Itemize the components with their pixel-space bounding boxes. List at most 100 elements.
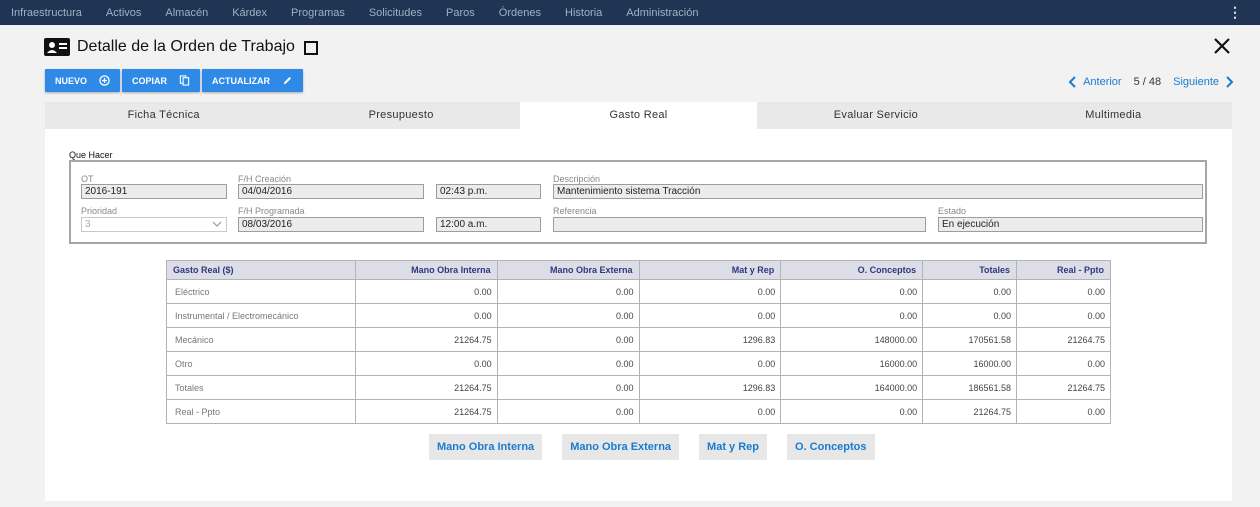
table-cell: 0.00	[1016, 351, 1111, 376]
detail-buttons: Mano Obra Interna Mano Obra Externa Mat …	[429, 434, 875, 460]
header-mano-obra-externa: Mano Obra Externa	[496, 260, 640, 280]
nuevo-button[interactable]: NUEVO	[45, 69, 121, 92]
table-cell: 0.00	[354, 279, 498, 304]
programada-time-field[interactable]: 12:00 a.m.	[436, 217, 541, 232]
actualizar-button[interactable]: ACTUALIZAR	[202, 69, 304, 92]
nav-item-paros[interactable]: Paros	[446, 7, 475, 19]
nav-item-kardex[interactable]: Kárdex	[232, 7, 267, 19]
nav-item-ordenes[interactable]: Órdenes	[499, 7, 541, 19]
que-hacer-panel: OT 2016-191 F/H Creación 04/04/2016 02:4…	[69, 160, 1207, 244]
nav-item-programas[interactable]: Programas	[291, 7, 345, 19]
estado-label: Estado	[938, 206, 967, 216]
tab-gasto-real[interactable]: Gasto Real	[519, 102, 758, 129]
tab-evaluar-servicio[interactable]: Evaluar Servicio	[757, 102, 994, 129]
descripcion-field[interactable]: Mantenimiento sistema Tracción	[553, 184, 1203, 199]
chevron-left-icon[interactable]	[1068, 76, 1077, 88]
creacion-time-field[interactable]: 02:43 p.m.	[436, 184, 541, 199]
header-o-conceptos: O. Conceptos	[780, 260, 924, 280]
table-row: Instrumental / Electromecánico 0.00 0.00…	[166, 303, 1111, 328]
mano-obra-interna-button[interactable]: Mano Obra Interna	[429, 434, 543, 460]
tab-bar: Ficha Técnica Presupuesto Gasto Real Eva…	[45, 102, 1232, 129]
next-link[interactable]: Siguiente	[1173, 76, 1219, 88]
row-label: Instrumental / Electromecánico	[166, 303, 356, 328]
pencil-icon	[283, 77, 292, 85]
programada-date-field[interactable]: 08/03/2016	[238, 217, 424, 232]
copy-icon	[179, 75, 190, 86]
tab-ficha-tecnica[interactable]: Ficha Técnica	[45, 102, 282, 129]
table-cell: 0.00	[496, 327, 640, 352]
table-cell: 21264.75	[354, 375, 498, 400]
nav-item-solicitudes[interactable]: Solicitudes	[369, 7, 422, 19]
table-cell: 0.00	[496, 399, 640, 424]
tab-multimedia[interactable]: Multimedia	[995, 102, 1232, 129]
nav-item-activos[interactable]: Activos	[106, 7, 141, 19]
referencia-field[interactable]	[553, 217, 926, 232]
gasto-real-table: Gasto Real ($) Mano Obra Interna Mano Ob…	[166, 260, 1111, 424]
table-cell: 170561.58	[922, 327, 1018, 352]
tab-content: Que Hacer OT 2016-191 F/H Creación 04/04…	[45, 129, 1232, 501]
nuevo-label: NUEVO	[55, 75, 88, 86]
mano-obra-externa-button[interactable]: Mano Obra Externa	[562, 434, 680, 460]
referencia-label: Referencia	[553, 206, 597, 216]
page-title: Detalle de la Orden de Trabajo	[77, 38, 295, 55]
table-cell: 21264.75	[1016, 327, 1111, 352]
table-cell: 0.00	[496, 351, 640, 376]
close-icon[interactable]	[1212, 36, 1232, 56]
descripcion-label: Descripción	[553, 174, 601, 184]
table-cell: 0.00	[638, 351, 782, 376]
creacion-label: F/H Creación	[238, 174, 292, 184]
o-conceptos-button[interactable]: O. Conceptos	[787, 434, 875, 460]
table-cell: 0.00	[354, 351, 498, 376]
add-circle-icon	[99, 75, 110, 86]
previous-link[interactable]: Anterior	[1083, 76, 1122, 88]
nav-item-historia[interactable]: Historia	[565, 7, 602, 19]
tab-presupuesto[interactable]: Presupuesto	[282, 102, 519, 129]
table-cell: 0.00	[780, 279, 924, 304]
table-cell: 1296.83	[638, 327, 782, 352]
kebab-vertical-icon[interactable]: ⋮	[1228, 4, 1242, 20]
table-header-row: Gasto Real ($) Mano Obra Interna Mano Ob…	[166, 260, 1111, 280]
actualizar-label: ACTUALIZAR	[212, 75, 271, 86]
prioridad-select[interactable]: 3	[81, 217, 227, 232]
programada-label: F/H Programada	[238, 206, 305, 216]
nav-item-administracion[interactable]: Administración	[626, 7, 698, 19]
nav-item-infraestructura[interactable]: Infraestructura	[11, 7, 82, 19]
id-card-icon	[44, 38, 70, 56]
table-cell: 0.00	[354, 303, 498, 328]
creacion-date-field[interactable]: 04/04/2016	[238, 184, 424, 199]
top-nav: Infraestructura Activos Almacén Kárdex P…	[0, 0, 1260, 25]
table-cell: 0.00	[638, 399, 782, 424]
table-cell: 0.00	[638, 279, 782, 304]
header-mat-y-rep: Mat y Rep	[638, 260, 782, 280]
nav-item-almacen[interactable]: Almacén	[165, 7, 208, 19]
table-cell: 0.00	[1016, 279, 1111, 304]
copiar-button[interactable]: COPIAR	[122, 69, 201, 92]
ot-label: OT	[81, 174, 94, 184]
table-cell: 0.00	[922, 279, 1018, 304]
table-cell: 0.00	[496, 279, 640, 304]
table-cell: 16000.00	[780, 351, 924, 376]
mat-y-rep-button[interactable]: Mat y Rep	[699, 434, 768, 460]
page-header: Detalle de la Orden de Trabajo	[44, 36, 1234, 60]
table-row: Otro 0.00 0.00 0.00 16000.00 16000.00 0.…	[166, 351, 1111, 376]
table-cell: 0.00	[780, 303, 924, 328]
table-cell: 21264.75	[354, 399, 498, 424]
table-row: Totales 21264.75 0.00 1296.83 164000.00 …	[166, 375, 1111, 400]
table-cell: 0.00	[638, 303, 782, 328]
estado-field[interactable]: En ejecución	[938, 217, 1203, 232]
table-cell: 0.00	[496, 303, 640, 328]
ot-field[interactable]: 2016-191	[81, 184, 227, 199]
que-hacer-label: Que Hacer	[69, 150, 113, 160]
chevron-right-icon[interactable]	[1225, 76, 1234, 88]
title-checkbox[interactable]	[304, 41, 318, 55]
table-cell: 0.00	[922, 303, 1018, 328]
table-cell: 0.00	[780, 399, 924, 424]
row-label: Otro	[166, 351, 356, 376]
prioridad-label: Prioridad	[81, 206, 118, 216]
toolbar: NUEVO COPIAR ACTUALIZAR	[45, 69, 304, 92]
header-totales: Totales	[922, 260, 1018, 280]
row-label: Mecánico	[166, 327, 356, 352]
table-cell: 0.00	[1016, 399, 1111, 424]
row-label: Eléctrico	[166, 279, 356, 304]
copiar-label: COPIAR	[132, 75, 168, 86]
